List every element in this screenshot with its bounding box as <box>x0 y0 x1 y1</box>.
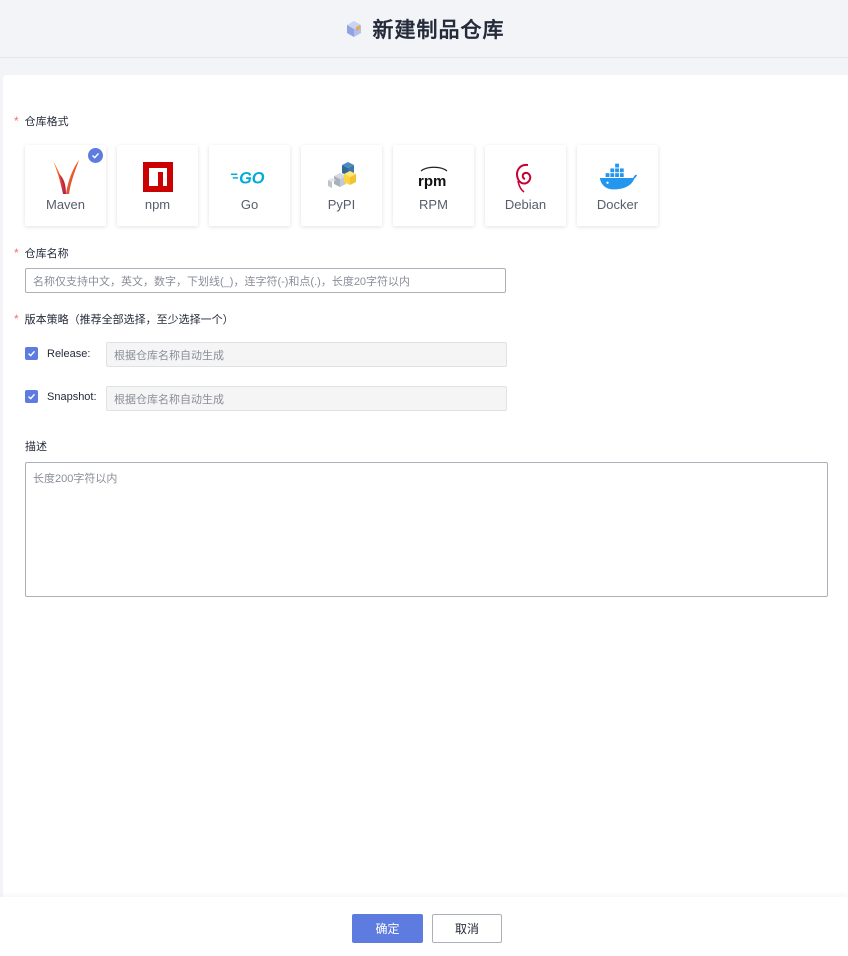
form-panel: * 仓库格式 Maven npm GO Go PyPI rpm RPM Debi… <box>3 75 848 897</box>
maven-feather-icon <box>46 159 86 195</box>
format-card-list: Maven npm GO Go PyPI rpm RPM Debian Dock… <box>25 145 669 226</box>
docker-whale-icon <box>598 159 638 195</box>
format-card-pypi[interactable]: PyPI <box>301 145 382 226</box>
snapshot-label: Snapshot: <box>47 390 97 403</box>
npm-logo-icon <box>138 159 178 195</box>
format-card-go[interactable]: GO Go <box>209 145 290 226</box>
footer-bar: 确定 取消 <box>0 897 848 956</box>
release-label: Release: <box>47 347 91 360</box>
snapshot-checkbox-row[interactable]: Snapshot: <box>25 390 97 403</box>
format-card-rpm[interactable]: rpm RPM <box>393 145 474 226</box>
release-input: 根据仓库名称自动生成 <box>106 342 507 367</box>
page-title: 新建制品仓库 <box>372 18 505 42</box>
package-cube-icon <box>346 20 361 37</box>
release-checkbox-row[interactable]: Release: <box>25 347 90 360</box>
format-name: PyPI <box>327 197 356 212</box>
required-mark: * <box>14 246 19 260</box>
required-mark: * <box>14 312 19 326</box>
snapshot-placeholder: 根据仓库名称自动生成 <box>114 393 224 406</box>
description-textarea[interactable]: 长度200字符以内 <box>25 462 828 597</box>
confirm-button[interactable]: 确定 <box>352 914 423 943</box>
go-logo-icon: GO <box>230 159 270 195</box>
rpm-logo-icon: rpm <box>414 159 454 195</box>
format-card-docker[interactable]: Docker <box>577 145 658 226</box>
format-name: Go <box>240 197 259 212</box>
format-card-npm[interactable]: npm <box>117 145 198 226</box>
repo-name-placeholder: 名称仅支持中文，英文，数字，下划线(_)，连字符(-)和点(.)，长度20字符以… <box>33 275 411 288</box>
cancel-button[interactable]: 取消 <box>432 914 502 943</box>
format-name: Debian <box>504 197 547 212</box>
format-card-maven[interactable]: Maven <box>25 145 106 226</box>
pypi-logo-icon <box>322 159 362 195</box>
release-checkbox[interactable] <box>25 347 38 360</box>
format-name: Docker <box>596 197 639 212</box>
selected-check-icon <box>88 148 103 163</box>
format-name: Maven <box>45 197 86 212</box>
format-name: npm <box>144 197 171 212</box>
version-policy-label: * 版本策略（推荐全部选择，至少选择一个） <box>14 312 234 326</box>
format-card-debian[interactable]: Debian <box>485 145 566 226</box>
snapshot-input: 根据仓库名称自动生成 <box>106 386 507 411</box>
required-mark: * <box>14 114 19 128</box>
description-label: 描述 <box>25 441 47 453</box>
svg-text:rpm: rpm <box>418 173 446 189</box>
repo-name-input[interactable]: 名称仅支持中文，英文，数字，下划线(_)，连字符(-)和点(.)，长度20字符以… <box>25 268 506 293</box>
description-placeholder: 长度200字符以内 <box>33 473 118 485</box>
release-placeholder: 根据仓库名称自动生成 <box>114 349 224 362</box>
format-label: * 仓库格式 <box>14 114 69 128</box>
format-name: RPM <box>419 197 448 212</box>
snapshot-checkbox[interactable] <box>25 390 38 403</box>
page-header: 新建制品仓库 <box>0 0 848 58</box>
debian-swirl-icon <box>506 159 546 195</box>
svg-text:GO: GO <box>239 169 265 187</box>
repo-name-label: * 仓库名称 <box>14 246 69 260</box>
